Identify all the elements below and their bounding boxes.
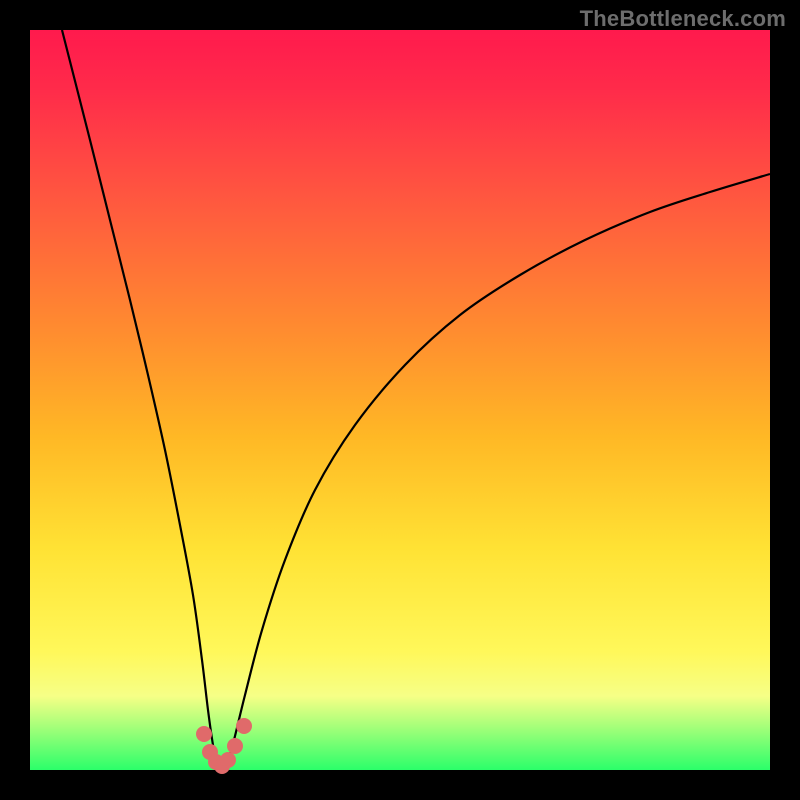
watermark-text: TheBottleneck.com — [580, 6, 786, 32]
curve-right-arm — [226, 174, 770, 770]
curve-marker — [196, 726, 212, 742]
bottom-markers — [196, 718, 252, 774]
bottleneck-curve-svg — [30, 30, 770, 770]
curve-left-arm — [62, 30, 218, 770]
plot-area — [30, 30, 770, 770]
curve-marker — [220, 752, 236, 768]
curve-marker — [236, 718, 252, 734]
curve-marker — [227, 738, 243, 754]
